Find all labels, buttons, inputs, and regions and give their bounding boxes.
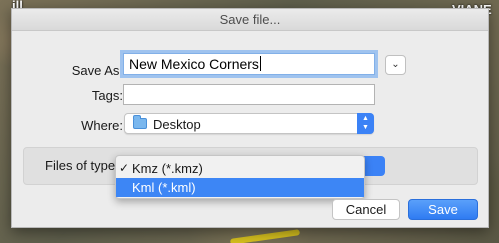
menu-item-kmz[interactable]: ✓ Kmz (*.kmz) xyxy=(116,159,364,178)
save-as-value: New Mexico Corners xyxy=(129,56,259,72)
folder-icon xyxy=(133,115,147,129)
cancel-button[interactable]: Cancel xyxy=(332,199,400,220)
save-button[interactable]: Save xyxy=(408,199,478,220)
chevron-down-icon: ⌄ xyxy=(391,59,400,70)
where-popup-button[interactable]: Desktop ▲ ▼ xyxy=(124,113,374,134)
save-as-label: Save As: xyxy=(71,63,123,78)
text-caret xyxy=(259,56,261,71)
menu-item-kml[interactable]: Kml (*.kml) xyxy=(116,178,364,197)
dialog-title: Save file... xyxy=(12,9,488,31)
menu-item-label: Kml (*.kml) xyxy=(132,180,196,195)
file-type-menu: ✓ Kmz (*.kmz) Kml (*.kml) xyxy=(115,155,365,199)
where-value: Desktop xyxy=(153,117,201,132)
expand-dialog-button[interactable]: ⌄ xyxy=(385,55,406,75)
where-label: Where: xyxy=(81,118,123,133)
checkmark-icon: ✓ xyxy=(119,161,130,175)
map-road xyxy=(229,229,301,243)
save-file-dialog: Save file... Save As: New Mexico Corners… xyxy=(11,8,489,228)
menu-item-label: Kmz (*.kmz) xyxy=(132,161,203,176)
files-of-type-label: Files of type xyxy=(45,158,116,173)
tags-label: Tags: xyxy=(91,88,123,103)
up-down-arrows-icon: ▲ ▼ xyxy=(357,113,374,134)
save-as-input[interactable]: New Mexico Corners xyxy=(123,53,375,75)
tags-input[interactable] xyxy=(123,84,375,105)
